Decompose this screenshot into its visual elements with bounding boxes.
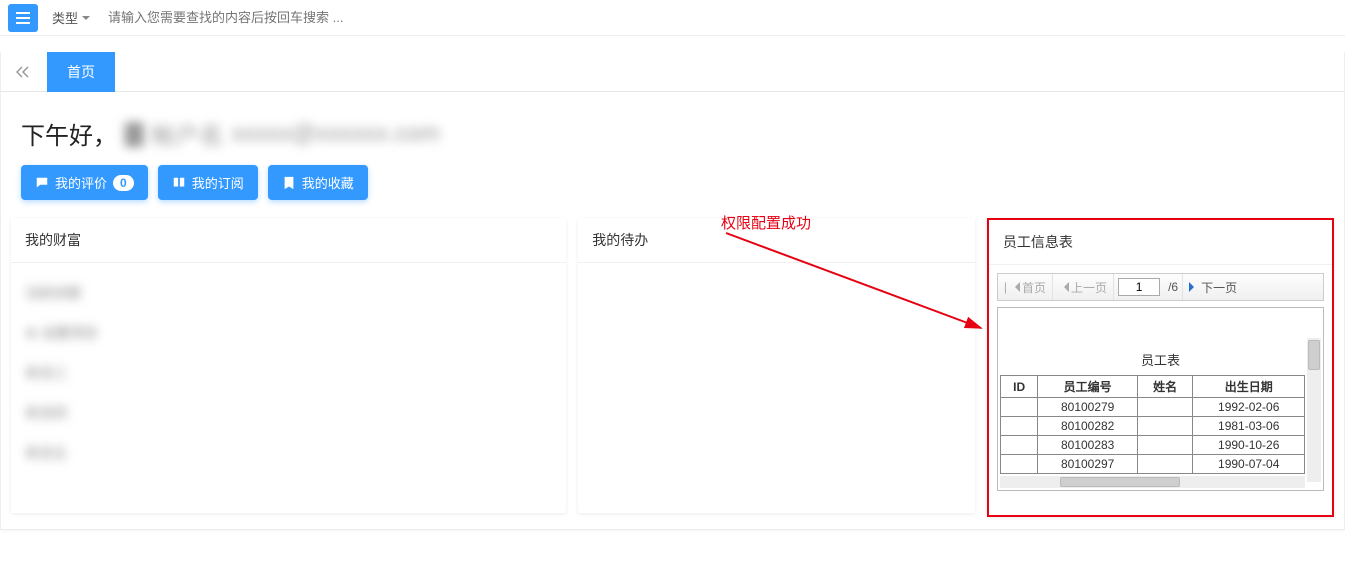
panel-wealth-title: 我的财富 [11, 218, 566, 263]
panel-employee-title: 员工信息表 [989, 220, 1332, 265]
panel-employee: 员工信息表 首页 上一页 /6 [987, 218, 1334, 517]
table-cell: 80100283 [1038, 436, 1138, 455]
wealth-row: 条目四 [25, 393, 552, 433]
triangle-left-icon [1059, 282, 1069, 292]
type-dropdown-label: 类型 [52, 8, 78, 27]
pager-prev-label: 上一页 [1071, 279, 1107, 296]
table-cell [1000, 455, 1037, 474]
pager-first-button[interactable]: 首页 [998, 274, 1053, 300]
table-cell: 80100282 [1038, 417, 1138, 436]
table-cell [1000, 436, 1037, 455]
table-cell: 80100279 [1038, 398, 1138, 417]
employee-table-container: 员工表 ID员工编号姓名出生日期 801002791992-02-0680100… [997, 307, 1324, 491]
table-cell: 1992-02-06 [1193, 398, 1305, 417]
menu-toggle-button[interactable] [8, 4, 38, 32]
table-row: 80100279 1992-02-06 [1000, 398, 1304, 417]
type-dropdown[interactable]: 类型 [52, 8, 90, 27]
pager-next-label: 下一页 [1201, 279, 1237, 296]
my-review-label: 我的评价 [55, 173, 107, 192]
wealth-row: 条目五 [25, 433, 552, 473]
table-cell [1000, 398, 1037, 417]
table-row: 80100282 1981-03-06 [1000, 417, 1304, 436]
my-favorite-label: 我的收藏 [302, 173, 354, 192]
table-cell: 1981-03-06 [1193, 417, 1305, 436]
greeting-account-label: 帐户名 [151, 116, 223, 151]
table-header-cell: 出生日期 [1193, 376, 1305, 398]
my-subscribe-label: 我的订阅 [192, 173, 244, 192]
wealth-row: 条目三 [25, 353, 552, 393]
review-count-badge: 0 [113, 175, 134, 191]
horizontal-scrollbar[interactable] [1000, 476, 1305, 488]
my-favorite-button[interactable]: 我的收藏 [268, 165, 368, 200]
first-icon [1004, 280, 1008, 294]
tab-home[interactable]: 首页 [47, 52, 115, 92]
my-review-button[interactable]: 我的评价 0 [21, 165, 148, 200]
vertical-scrollbar[interactable] [1307, 338, 1321, 482]
wealth-row: 当前余额 [25, 273, 552, 313]
bookmark-icon [282, 176, 296, 190]
employee-table: ID员工编号姓名出生日期 80100279 1992-02-06 80100282 1… [1000, 375, 1305, 474]
table-header-cell: 员工编号 [1038, 376, 1138, 398]
panel-todo-title: 我的待办 [578, 218, 975, 263]
wealth-row: ⚙ 设置项目 [25, 313, 552, 353]
pager-page-input[interactable] [1118, 278, 1160, 296]
pager-first-label: 首页 [1022, 279, 1046, 296]
greeting-masked: xxxxx@xxxxxx.com [231, 120, 439, 148]
table-cell [1137, 436, 1193, 455]
table-cell [1137, 398, 1193, 417]
triangle-left-icon [1010, 282, 1020, 292]
table-header-cell: 姓名 [1137, 376, 1193, 398]
employee-table-title: 员工表 [998, 314, 1323, 375]
caret-down-icon [82, 16, 90, 24]
pager-next-button[interactable]: 下一页 [1183, 274, 1243, 300]
greeting: 下午好， ▇ 帐户名 xxxxx@xxxxxx.com [1, 106, 1344, 157]
table-cell [1137, 417, 1193, 436]
pager: 首页 上一页 /6 下一页 [997, 273, 1324, 301]
table-header-cell: ID [1000, 376, 1037, 398]
search-input[interactable] [106, 9, 606, 26]
book-icon [172, 176, 186, 190]
pager-total: /6 [1164, 274, 1183, 300]
chat-icon [35, 176, 49, 190]
pager-prev-button[interactable]: 上一页 [1053, 274, 1114, 300]
table-cell: 1990-10-26 [1193, 436, 1305, 455]
panel-wealth: 我的财富 当前余额⚙ 设置项目条目三条目四条目五 [11, 218, 566, 513]
table-cell [1137, 455, 1193, 474]
collapse-tabs-button[interactable] [9, 58, 37, 86]
my-subscribe-button[interactable]: 我的订阅 [158, 165, 258, 200]
table-cell [1000, 417, 1037, 436]
greeting-avatar: ▇ [125, 119, 143, 148]
table-row: 80100283 1990-10-26 [1000, 436, 1304, 455]
tab-home-label: 首页 [67, 62, 95, 82]
table-row: 80100297 1990-07-04 [1000, 455, 1304, 474]
greeting-prefix: 下午好， [21, 116, 117, 151]
triangle-right-icon [1189, 282, 1199, 292]
table-cell: 80100297 [1038, 455, 1138, 474]
table-cell: 1990-07-04 [1193, 455, 1305, 474]
panel-todo: 我的待办 [578, 218, 975, 513]
